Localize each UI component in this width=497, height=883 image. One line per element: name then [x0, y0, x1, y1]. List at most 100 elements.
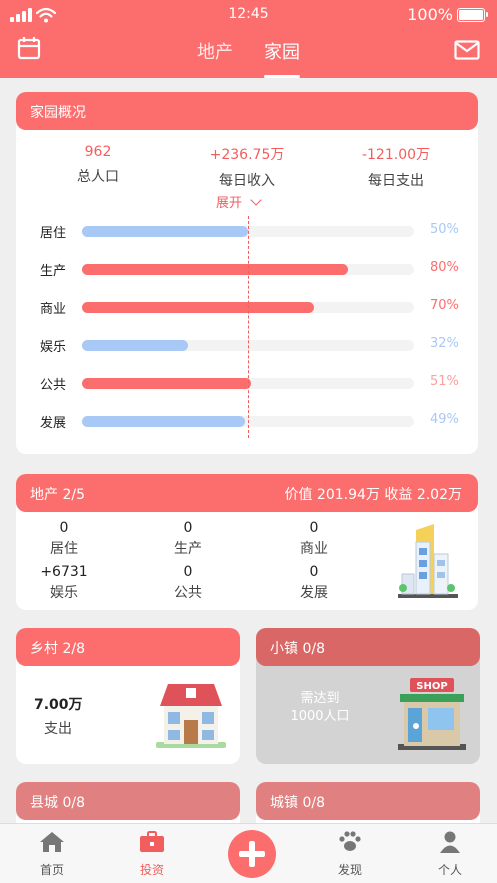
progress-fill	[82, 416, 245, 427]
estate-item: 0 商业	[274, 520, 354, 558]
estate-item-value: 0	[309, 520, 319, 536]
category-label: 公共	[40, 378, 67, 393]
estate-item-label: 发展	[300, 585, 328, 601]
stat-label: 每日收入	[219, 173, 275, 189]
progress-fill	[82, 264, 348, 275]
stat-value: +236.75万	[209, 147, 285, 163]
battery-icon	[457, 8, 488, 22]
county-title: 县城 0/8	[30, 795, 85, 811]
estate-item-value: 0	[309, 564, 319, 580]
estate-value-summary: 价值 201.94万 收益 2.02万	[284, 487, 462, 503]
town-title: 小镇 0/8	[270, 641, 325, 657]
town-requirement: 需达到 1000人口	[290, 691, 350, 724]
category-percent: 51%	[430, 374, 459, 389]
calendar-icon[interactable]	[17, 36, 41, 60]
category-bar-row: 商业 70%	[16, 296, 478, 318]
progress-fill	[82, 302, 315, 313]
nav-label: 个人	[437, 863, 462, 877]
village-amount: 7.00万	[34, 697, 83, 713]
category-bar-row: 生产 80%	[16, 258, 478, 280]
village-amount-label: 支出	[44, 721, 72, 737]
stat-value: -121.00万	[361, 147, 431, 163]
category-percent: 70%	[430, 298, 459, 313]
nav-invest[interactable]: 投资	[122, 830, 182, 878]
shop-sign: SHOP	[416, 681, 447, 692]
battery-percent: 100%	[407, 5, 453, 24]
category-label: 居住	[40, 226, 67, 241]
nav-profile[interactable]: 个人	[420, 830, 480, 878]
stat-population: 962 总人口	[28, 144, 168, 186]
estate-item: 0 发展	[274, 564, 354, 602]
estate-item-label: 商业	[300, 541, 328, 557]
estate-item-value: 0	[59, 520, 69, 536]
add-button[interactable]	[228, 830, 276, 878]
nav-label: 首页	[39, 863, 64, 877]
category-percent: 32%	[430, 336, 459, 351]
category-bar-row: 娱乐 32%	[16, 334, 478, 356]
nav-home[interactable]: 首页	[22, 830, 82, 878]
estate-item: +6731 娱乐	[24, 564, 104, 602]
bottom-nav: 首页 投资 发现 个人	[0, 823, 497, 883]
skyscraper-icon	[398, 524, 458, 598]
progress-fill	[82, 378, 252, 389]
village-title: 乡村 2/8	[30, 641, 85, 657]
progress-fill	[82, 226, 248, 237]
expand-label: 展开	[216, 196, 243, 211]
stat-value: 962	[84, 144, 112, 160]
overview-header: 家园概况	[16, 92, 478, 130]
nav-label: 发现	[337, 863, 362, 877]
home-icon	[40, 832, 64, 852]
estate-item: 0 生产	[148, 520, 228, 558]
stat-daily-expense: -121.00万 每日支出	[326, 144, 466, 190]
stat-daily-income: +236.75万 每日收入	[177, 144, 317, 190]
village-card[interactable]: 乡村 2/8 7.00万 支出	[16, 628, 240, 764]
estate-item-label: 娱乐	[50, 585, 78, 601]
estate-card[interactable]: 地产 2/5 价值 201.94万 收益 2.02万 0 居住 0 生产 0 商…	[16, 474, 478, 610]
app-header: 12:45 100% 地产 家园	[0, 0, 497, 78]
county-header: 县城 0/8	[16, 782, 240, 820]
stat-label: 总人口	[77, 169, 119, 185]
estate-header: 地产 2/5 价值 201.94万 收益 2.02万	[16, 474, 478, 512]
average-marker-line	[248, 216, 249, 438]
estate-item-label: 居住	[50, 541, 78, 557]
category-percent: 49%	[430, 412, 459, 427]
stat-label: 每日支出	[368, 173, 424, 189]
category-percent: 50%	[430, 222, 459, 237]
town-card[interactable]: 小镇 0/8 需达到 1000人口 SHOP	[256, 628, 480, 764]
tab-home[interactable]: 家园	[264, 38, 300, 78]
category-label: 娱乐	[40, 340, 67, 355]
status-bar: 12:45 100%	[0, 0, 497, 30]
category-label: 发展	[40, 416, 67, 431]
tab-real-estate[interactable]: 地产	[197, 38, 233, 78]
nav-discover[interactable]: 发现	[320, 830, 380, 878]
progress-fill	[82, 340, 189, 351]
estate-item: 0 公共	[148, 564, 228, 602]
paw-icon	[339, 831, 361, 851]
mail-icon[interactable]	[454, 40, 480, 60]
category-bar-row: 发展 49%	[16, 410, 478, 432]
estate-item-label: 生产	[174, 541, 202, 557]
overview-title: 家园概况	[30, 105, 86, 121]
estate-item-label: 公共	[174, 585, 202, 601]
estate-item-value: 0	[183, 564, 193, 580]
overview-card: 家园概况 962 总人口 +236.75万 每日收入 -121.00万 每日支出…	[16, 92, 478, 454]
category-bar-row: 公共 51%	[16, 372, 478, 394]
estate-item: 0 居住	[24, 520, 104, 558]
estate-title: 地产 2/5	[30, 487, 85, 503]
category-label: 生产	[40, 264, 67, 279]
city-title: 城镇 0/8	[270, 795, 325, 811]
expand-button[interactable]: 展开	[216, 192, 262, 211]
shop-icon: SHOP	[398, 678, 466, 750]
briefcase-icon	[140, 831, 164, 852]
category-percent: 80%	[430, 260, 459, 275]
category-label: 商业	[40, 302, 67, 317]
category-bar-row: 居住 50%	[16, 220, 478, 242]
estate-item-value: 0	[183, 520, 193, 536]
village-header: 乡村 2/8	[16, 628, 240, 666]
estate-item-value: +6731	[40, 564, 88, 580]
person-icon	[440, 831, 460, 853]
city-header: 城镇 0/8	[256, 782, 480, 820]
chevron-down-icon	[250, 194, 262, 206]
nav-label: 投资	[139, 863, 164, 877]
town-header: 小镇 0/8	[256, 628, 480, 666]
